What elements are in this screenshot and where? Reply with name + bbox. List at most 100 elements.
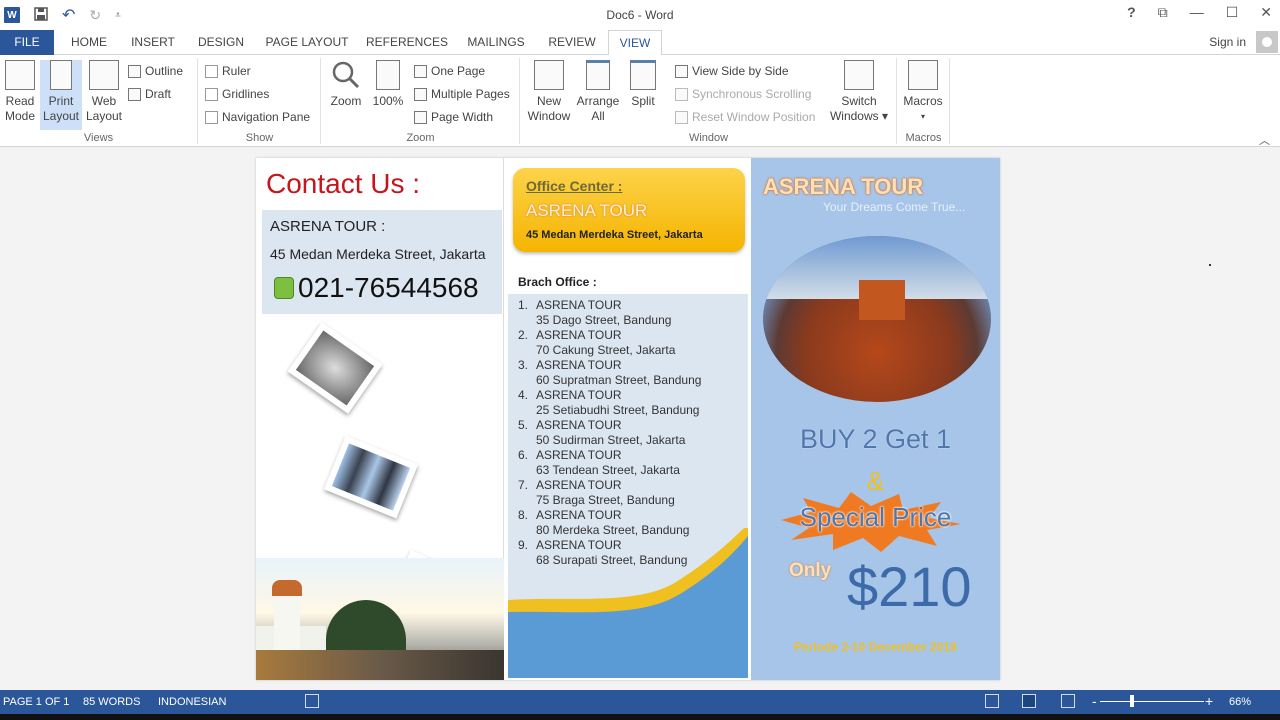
macros-label: Macros	[903, 94, 943, 108]
print-layout-view-icon[interactable]	[1022, 694, 1036, 708]
zoom-button[interactable]: Zoom	[328, 60, 364, 130]
switch-windows-button[interactable]: Switch Windows ▾	[827, 60, 891, 130]
new-window-icon	[534, 60, 564, 90]
gridlines-checkbox[interactable]: Gridlines	[205, 87, 269, 101]
tab-insert[interactable]: INSERT	[124, 30, 182, 55]
title-bar: W ↶ ↻ ⩡ Doc6 - Word ? ⧉ — ☐ ✕	[0, 0, 1280, 30]
zoom-100-button[interactable]: 100%	[370, 60, 406, 130]
maximize-icon[interactable]: ☐	[1226, 4, 1239, 21]
office-center-title: Office Center :	[526, 178, 623, 194]
lighthouse-photo[interactable]	[256, 558, 504, 680]
tab-home[interactable]: HOME	[60, 30, 118, 55]
arrange-all-label: Arrange	[576, 94, 620, 108]
split-label: Split	[631, 94, 655, 108]
web-layout-button[interactable]: Web Layout	[84, 60, 124, 130]
tab-view[interactable]: VIEW	[608, 30, 662, 56]
print-layout-icon	[50, 60, 72, 90]
language-indicator[interactable]: INDONESIAN	[158, 696, 226, 708]
draft-label: Draft	[145, 87, 172, 101]
office-center-name: ASRENA TOUR	[526, 201, 648, 220]
branch-number: 4.	[518, 388, 529, 402]
one-page-button[interactable]: One Page	[414, 64, 485, 78]
ruler-check-box[interactable]	[205, 64, 218, 78]
branch-name: ASRENA TOUR	[536, 508, 622, 522]
branch-number: 2.	[518, 328, 529, 342]
branch-address-row: 50 Sudirman Street, Jakarta	[518, 433, 701, 448]
read-mode-button[interactable]: Read Mode	[2, 60, 38, 130]
magnifier-icon	[331, 60, 361, 90]
split-button[interactable]: Split	[625, 60, 661, 130]
synchronous-scrolling-button[interactable]: Synchronous Scrolling	[675, 87, 811, 101]
window-title: Doc6 - Word	[606, 8, 674, 22]
tab-references[interactable]: REFERENCES	[362, 30, 452, 55]
new-window-button[interactable]: New Window	[525, 60, 573, 130]
document-page[interactable]: Contact Us : ASRENA TOUR : 45 Medan Merd…	[256, 158, 1000, 680]
gridlines-check-box[interactable]	[205, 87, 218, 101]
macros-button[interactable]: Macros ▾	[900, 60, 946, 130]
multiple-pages-button[interactable]: Multiple Pages	[414, 87, 510, 101]
zoom-out-button[interactable]: -	[1092, 693, 1097, 709]
ruler-checkbox[interactable]: Ruler	[205, 64, 251, 78]
tab-review[interactable]: REVIEW	[542, 30, 602, 55]
navigation-pane-label: Navigation Pane	[222, 110, 311, 124]
page-count[interactable]: PAGE 1 OF 1	[3, 696, 69, 708]
draft-button[interactable]: Draft	[128, 87, 171, 101]
reset-window-position-button[interactable]: Reset Window Position	[675, 110, 815, 124]
branch-name: ASRENA TOUR	[536, 418, 622, 432]
tab-file[interactable]: FILE	[0, 30, 54, 55]
draft-icon	[128, 87, 141, 101]
status-bar: PAGE 1 OF 1 85 WORDS INDONESIAN - + 66%	[0, 690, 1280, 714]
branch-item: 4. ASRENA TOUR	[518, 388, 701, 403]
read-mode-view-icon[interactable]	[985, 694, 999, 708]
switch-windows-icon	[844, 60, 874, 90]
outline-button[interactable]: Outline	[128, 64, 183, 78]
lamp-shape	[272, 580, 302, 596]
contact-box: ASRENA TOUR : 45 Medan Merdeka Street, J…	[262, 210, 502, 314]
branch-address: 25 Setiabudhi Street, Bandung	[536, 403, 700, 417]
document-area[interactable]: Contact Us : ASRENA TOUR : 45 Medan Merd…	[0, 148, 1280, 690]
zoom-in-button[interactable]: +	[1205, 693, 1213, 709]
tab-page-layout[interactable]: PAGE LAYOUT	[260, 30, 354, 55]
print-layout-button[interactable]: Print Layout	[40, 60, 82, 130]
branch-name: ASRENA TOUR	[536, 358, 622, 372]
telephone-icon	[274, 277, 294, 299]
ribbon-display-options-icon[interactable]: ⧉	[1158, 4, 1168, 21]
navigation-pane-checkbox[interactable]: Navigation Pane	[205, 110, 310, 124]
close-icon[interactable]: ✕	[1260, 4, 1272, 21]
sign-in-link[interactable]: Sign in	[1209, 35, 1246, 49]
cursor-dot	[1209, 264, 1211, 266]
ribbon-tabs: FILE HOME INSERT DESIGN PAGE LAYOUT REFE…	[0, 30, 1280, 56]
tab-design[interactable]: DESIGN	[190, 30, 252, 55]
page-width-button[interactable]: Page Width	[414, 110, 493, 124]
navigation-pane-check-box[interactable]	[205, 110, 218, 124]
zoom-100-icon	[376, 60, 400, 90]
zoom-slider-thumb[interactable]	[1130, 695, 1135, 707]
proofing-icon[interactable]	[305, 694, 319, 708]
branch-item: 3. ASRENA TOUR	[518, 358, 701, 373]
zoom-slider[interactable]	[1100, 695, 1204, 707]
branch-address-row: 60 Supratman Street, Bandung	[518, 373, 701, 388]
arrange-all-label-2: All	[591, 109, 605, 123]
zoom-label: Zoom	[330, 94, 362, 108]
taskbar-edge	[0, 714, 1280, 720]
zoom-level[interactable]: 66%	[1229, 696, 1251, 708]
web-layout-label: Web	[91, 94, 117, 108]
collapse-ribbon-icon[interactable]: ︿	[1259, 132, 1270, 148]
rocks-shape	[256, 650, 504, 680]
branch-item: 1. ASRENA TOUR	[518, 298, 701, 313]
arrange-all-button[interactable]: Arrange All	[575, 60, 621, 130]
penguins-photo[interactable]	[323, 435, 419, 519]
promo-period: Periode 2-10 December 2018	[794, 640, 957, 654]
minimize-icon[interactable]: —	[1190, 4, 1204, 21]
desert-butte-photo[interactable]	[763, 236, 991, 402]
branch-item: 6. ASRENA TOUR	[518, 448, 701, 463]
avatar[interactable]	[1256, 31, 1278, 53]
contact-phone: 021-76544568	[274, 272, 479, 304]
branch-item: 5. ASRENA TOUR	[518, 418, 701, 433]
tab-mailings[interactable]: MAILINGS	[460, 30, 532, 55]
view-side-by-side-button[interactable]: View Side by Side	[675, 64, 789, 78]
web-layout-view-icon[interactable]	[1061, 694, 1075, 708]
word-count[interactable]: 85 WORDS	[83, 696, 140, 708]
koala-photo[interactable]	[287, 322, 383, 414]
help-icon[interactable]: ?	[1127, 4, 1136, 21]
